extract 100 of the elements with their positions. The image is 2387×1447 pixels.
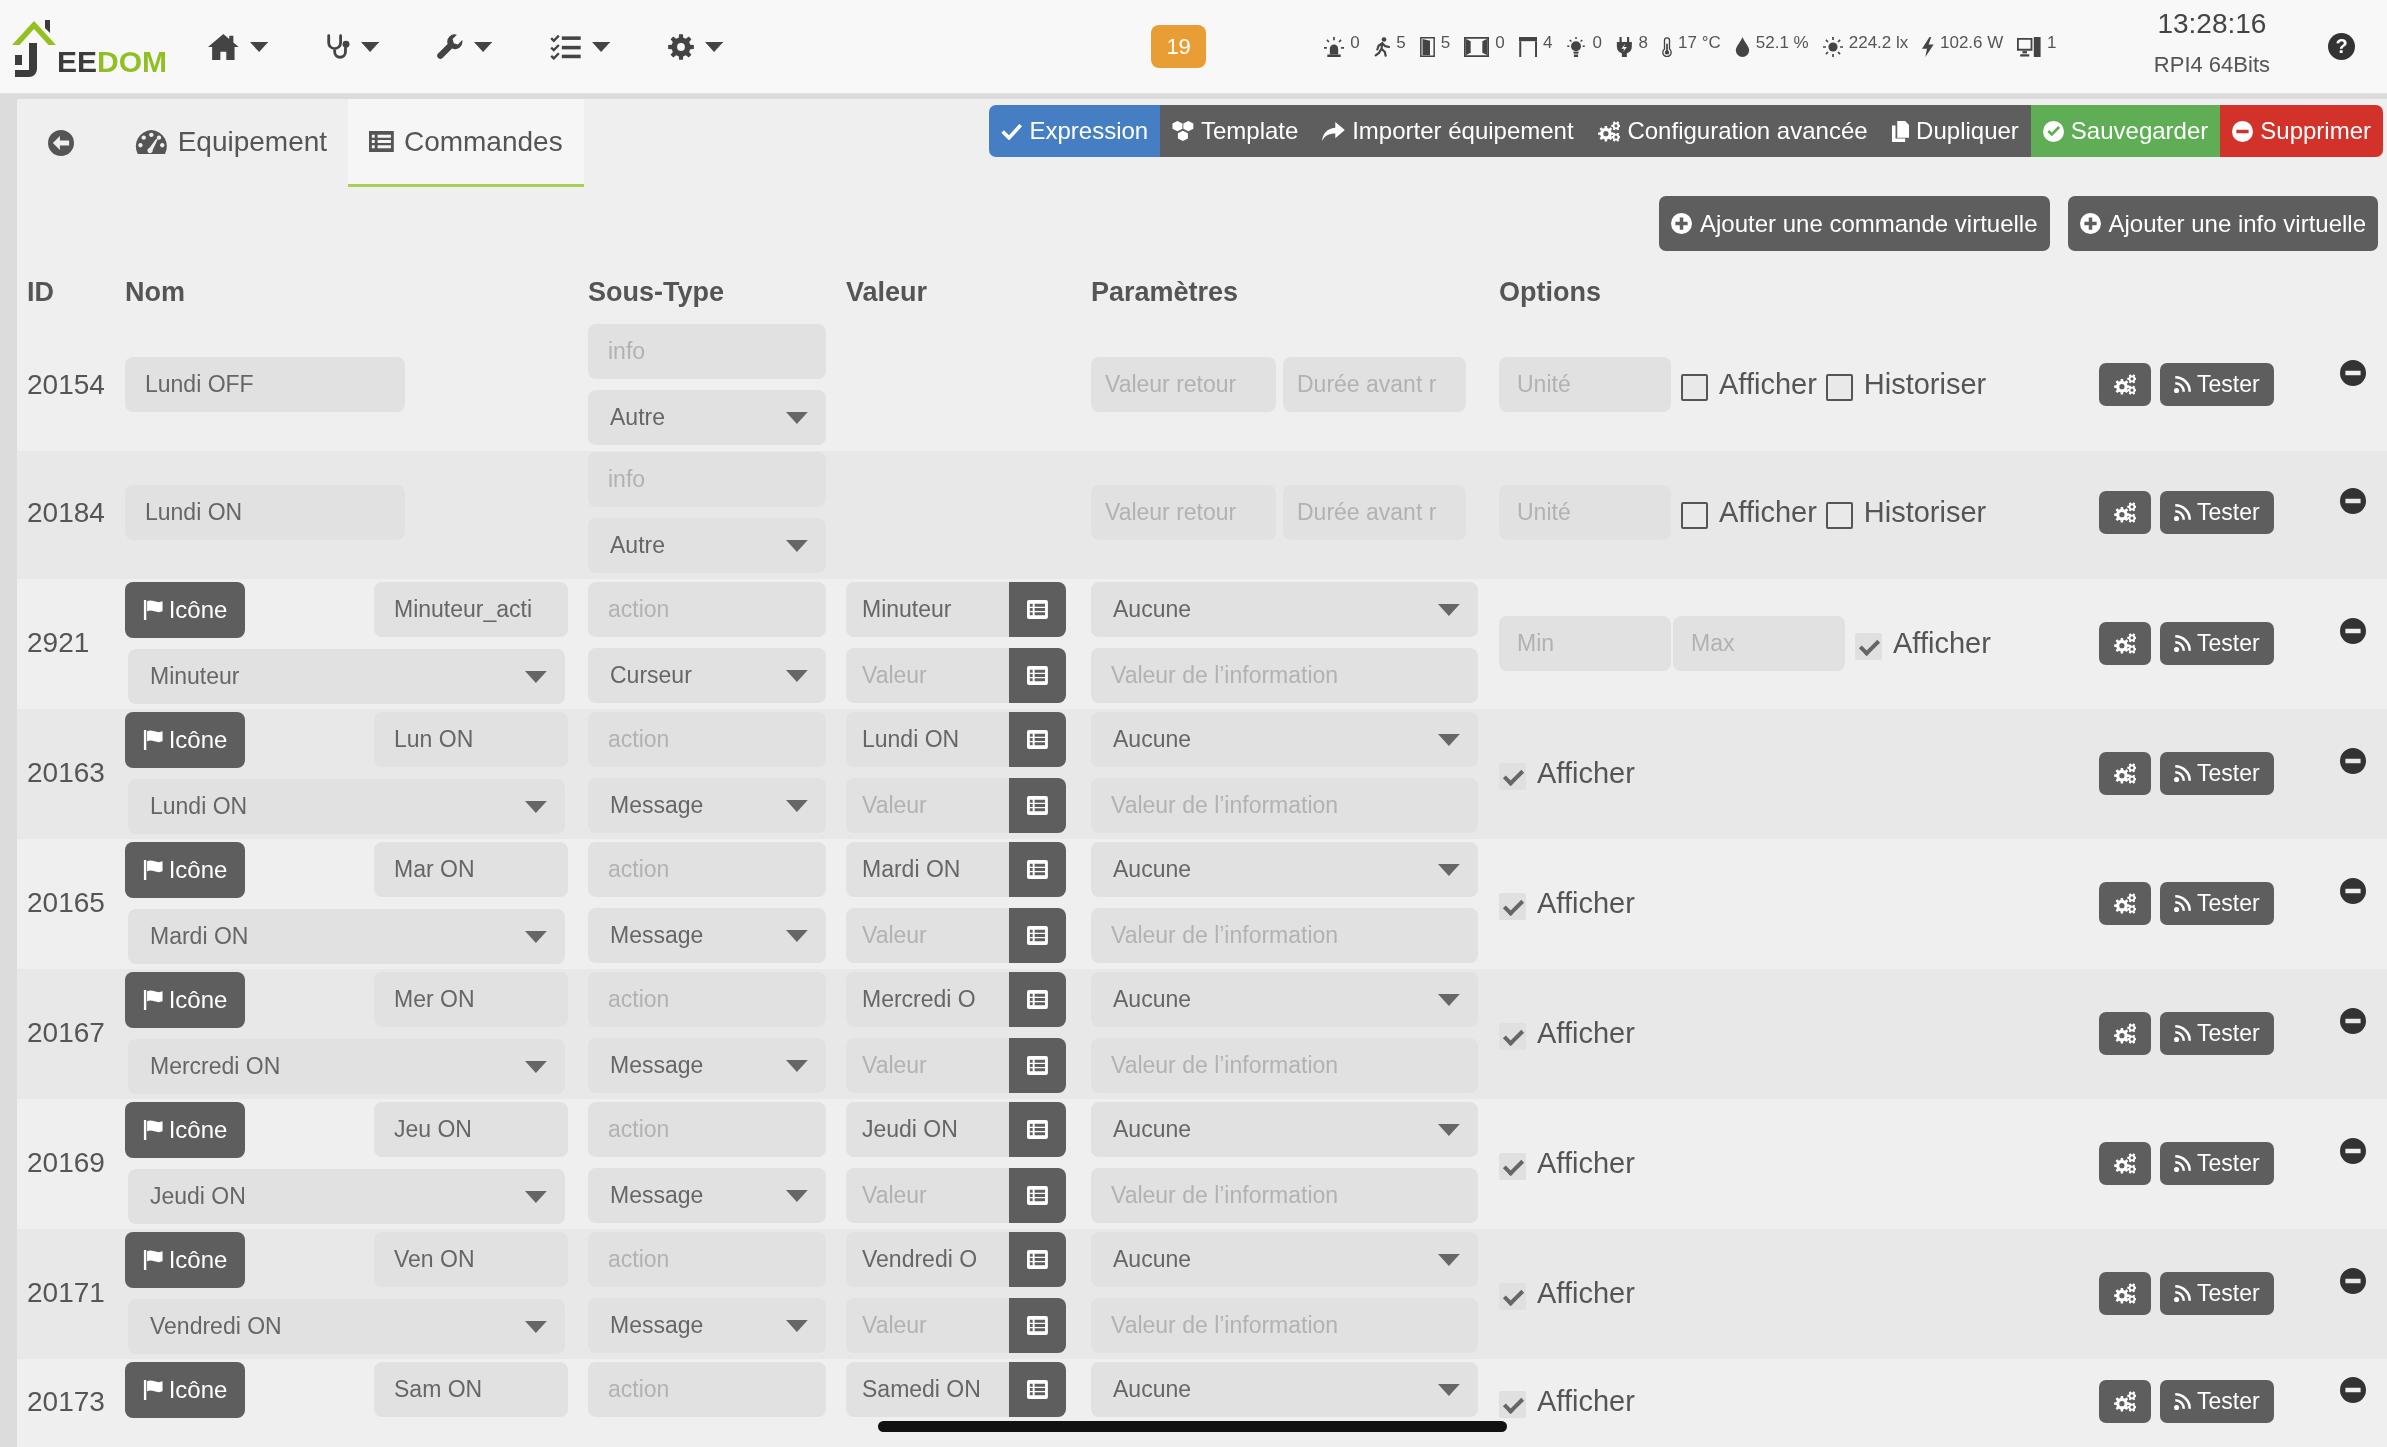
list-button[interactable] <box>1009 1168 1066 1223</box>
parameter-dropdown[interactable]: Aucune <box>1091 712 1478 767</box>
name-field[interactable]: Mar ON <box>374 842 568 897</box>
gears-icon <box>1597 120 1621 142</box>
list-button[interactable] <box>1009 712 1066 767</box>
subtype-dropdown[interactable]: Message <box>588 1168 826 1223</box>
choose-icon-button[interactable]: Icône <box>125 1102 245 1158</box>
subtype-dropdown[interactable]: Curseur <box>588 648 826 703</box>
name-field[interactable]: Jeu ON <box>374 1102 568 1157</box>
value-field[interactable]: Lundi ON <box>846 712 1009 767</box>
value-field[interactable]: Mercredi O <box>846 972 1009 1027</box>
checkbox[interactable] <box>1681 502 1708 529</box>
name-field[interactable]: Lun ON <box>374 712 568 767</box>
name-field[interactable]: Lundi ON <box>125 485 405 540</box>
help-button[interactable]: ? <box>2328 33 2355 60</box>
choose-icon-button[interactable]: Icône <box>125 842 245 898</box>
checkbox[interactable] <box>1681 374 1708 401</box>
value-field[interactable]: Vendredi O <box>846 1232 1009 1287</box>
list-button[interactable] <box>1009 908 1066 963</box>
info-dropdown[interactable]: Jeudi ON <box>128 1169 565 1224</box>
parameter-dropdown[interactable]: Aucune <box>1091 582 1478 637</box>
parameter-dropdown[interactable]: Aucune <box>1091 842 1478 897</box>
toolbar-button[interactable]: Sauvegarder <box>2030 105 2221 157</box>
add-button[interactable]: Ajouter une info virtuelle <box>2067 196 2378 251</box>
checkbox[interactable] <box>1825 374 1853 401</box>
list-button[interactable] <box>1009 1038 1066 1093</box>
toolbar-button[interactable]: Supprimer <box>2220 105 2383 157</box>
parameter-dropdown[interactable]: Aucune <box>1091 1102 1478 1157</box>
parameter-dropdown[interactable]: Aucune <box>1091 1362 1478 1417</box>
add-button[interactable]: Ajouter une commande virtuelle <box>1659 196 2050 251</box>
test-button[interactable]: Tester <box>2160 1271 2274 1315</box>
settings-menu[interactable] <box>667 33 724 60</box>
value-field[interactable]: Jeudi ON <box>846 1102 1009 1157</box>
test-button[interactable]: Tester <box>2160 363 2274 406</box>
choose-icon-button[interactable]: Icône <box>125 582 245 638</box>
configure-button[interactable] <box>2099 1271 2151 1315</box>
info-dropdown[interactable]: Mercredi ON <box>128 1039 565 1094</box>
name-field[interactable]: Ven ON <box>374 1232 568 1287</box>
info-dropdown[interactable]: Lundi ON <box>128 779 565 834</box>
toolbar-button[interactable]: Importer équipement <box>1310 105 1586 157</box>
list-button[interactable] <box>1009 778 1066 833</box>
configure-button[interactable] <box>2099 751 2151 795</box>
value-field[interactable]: Mardi ON <box>846 842 1009 897</box>
choose-icon-button[interactable]: Icône <box>125 1232 245 1288</box>
configure-button[interactable] <box>2099 1011 2151 1055</box>
tools-menu[interactable] <box>436 33 493 60</box>
choose-icon-button[interactable]: Icône <box>125 972 245 1028</box>
configure-button[interactable] <box>2099 1380 2151 1423</box>
house-logo-icon[interactable] <box>12 17 58 78</box>
tasks-menu[interactable] <box>550 33 610 60</box>
info-dropdown[interactable]: Mardi ON <box>128 909 565 964</box>
parameter-dropdown[interactable]: Aucune <box>1091 972 1478 1027</box>
toolbar-button[interactable]: Dupliquer <box>1879 105 2031 157</box>
back-arrow-icon[interactable] <box>48 130 74 156</box>
list-button[interactable] <box>1009 1102 1066 1157</box>
list-button[interactable] <box>1009 972 1066 1027</box>
subtype-dropdown[interactable]: Message <box>588 778 826 833</box>
test-button[interactable]: Tester <box>2160 881 2274 925</box>
list-button[interactable] <box>1009 582 1066 637</box>
name-field[interactable]: Minuteur_acti <box>374 582 568 637</box>
list-button[interactable] <box>1009 842 1066 897</box>
name-field[interactable]: Mer ON <box>374 972 568 1027</box>
parameter-dropdown[interactable]: Aucune <box>1091 1232 1478 1287</box>
tab[interactable]: Commandes <box>348 99 584 187</box>
choose-icon-button[interactable]: Icône <box>125 1362 245 1418</box>
test-button[interactable]: Tester <box>2160 1380 2274 1423</box>
name-field[interactable]: Sam ON <box>374 1362 568 1417</box>
value-field[interactable]: Samedi ON <box>846 1362 1009 1417</box>
choose-icon-button[interactable]: Icône <box>125 712 245 768</box>
checkbox[interactable] <box>1825 502 1853 529</box>
subtype-dropdown[interactable]: Message <box>588 1298 826 1353</box>
test-button[interactable]: Tester <box>2160 491 2274 534</box>
test-button[interactable]: Tester <box>2160 751 2274 795</box>
toolbar-button[interactable]: Configuration avancée <box>1585 105 1880 157</box>
subtype-dropdown[interactable]: Autre <box>588 518 826 573</box>
home-menu[interactable] <box>208 33 268 60</box>
subtype-dropdown[interactable]: Message <box>588 1038 826 1093</box>
list-button[interactable] <box>1009 1232 1066 1287</box>
list-button[interactable] <box>1009 1362 1066 1417</box>
subtype-dropdown[interactable]: Message <box>588 908 826 963</box>
test-button[interactable]: Tester <box>2160 621 2274 665</box>
configure-button[interactable] <box>2099 363 2151 406</box>
notification-badge[interactable]: 19 <box>1151 25 1207 68</box>
list-button[interactable] <box>1009 648 1066 703</box>
configure-button[interactable] <box>2099 881 2151 925</box>
name-field[interactable]: Lundi OFF <box>125 357 405 412</box>
test-button[interactable]: Tester <box>2160 1141 2274 1185</box>
tab[interactable]: Equipement <box>114 99 349 187</box>
list-button[interactable] <box>1009 1298 1066 1353</box>
toolbar-button[interactable]: Template <box>1160 105 1311 157</box>
configure-button[interactable] <box>2099 1141 2151 1185</box>
info-dropdown[interactable]: Vendredi ON <box>128 1299 565 1354</box>
value-field[interactable]: Minuteur <box>846 582 1009 637</box>
configure-button[interactable] <box>2099 621 2151 665</box>
test-button[interactable]: Tester <box>2160 1011 2274 1055</box>
subtype-dropdown[interactable]: Autre <box>588 390 826 445</box>
toolbar-button[interactable]: Expression <box>989 105 1161 157</box>
info-dropdown[interactable]: Minuteur <box>128 649 565 704</box>
health-menu[interactable] <box>325 33 379 60</box>
configure-button[interactable] <box>2099 491 2151 534</box>
